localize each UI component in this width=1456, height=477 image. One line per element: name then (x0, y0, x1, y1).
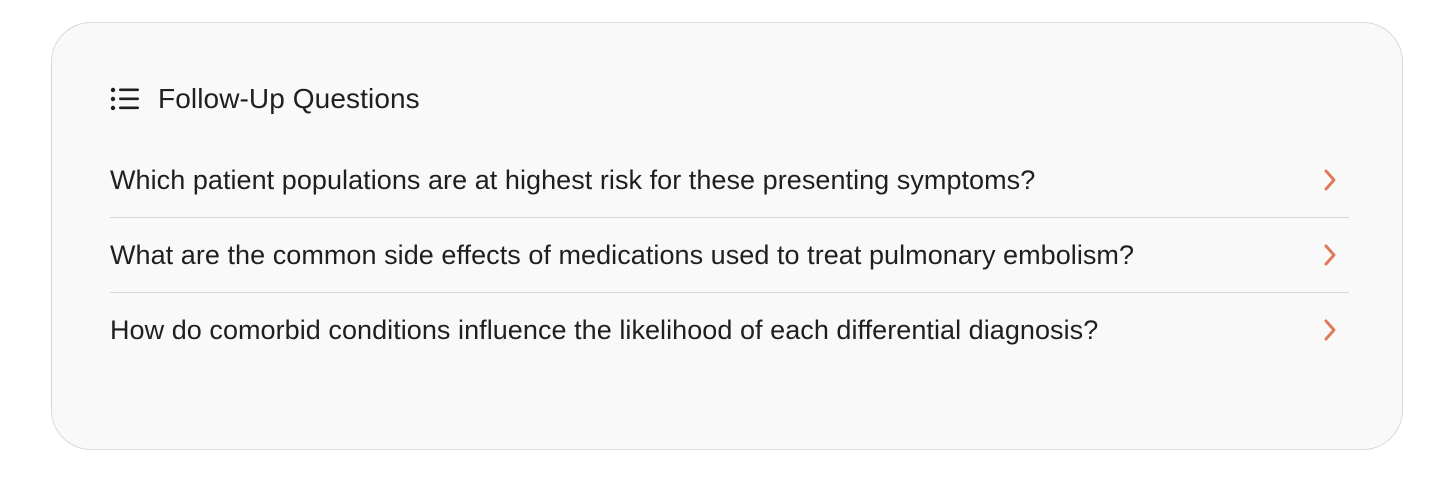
question-item[interactable]: What are the common side effects of medi… (110, 218, 1349, 293)
list-icon (110, 85, 142, 113)
follow-up-questions-card: Follow-Up Questions Which patient popula… (51, 22, 1403, 450)
question-list: Which patient populations are at highest… (110, 143, 1349, 367)
chevron-right-icon (1319, 242, 1341, 268)
question-item[interactable]: Which patient populations are at highest… (110, 143, 1349, 218)
question-text: Which patient populations are at highest… (110, 164, 1036, 195)
question-item[interactable]: How do comorbid conditions influence the… (110, 293, 1349, 367)
chevron-right-icon (1319, 167, 1341, 193)
question-text: How do comorbid conditions influence the… (110, 314, 1099, 345)
card-header: Follow-Up Questions (110, 81, 420, 117)
question-text: What are the common side effects of medi… (110, 239, 1135, 270)
panel-title: Follow-Up Questions (158, 83, 420, 114)
chevron-right-icon (1319, 317, 1341, 343)
